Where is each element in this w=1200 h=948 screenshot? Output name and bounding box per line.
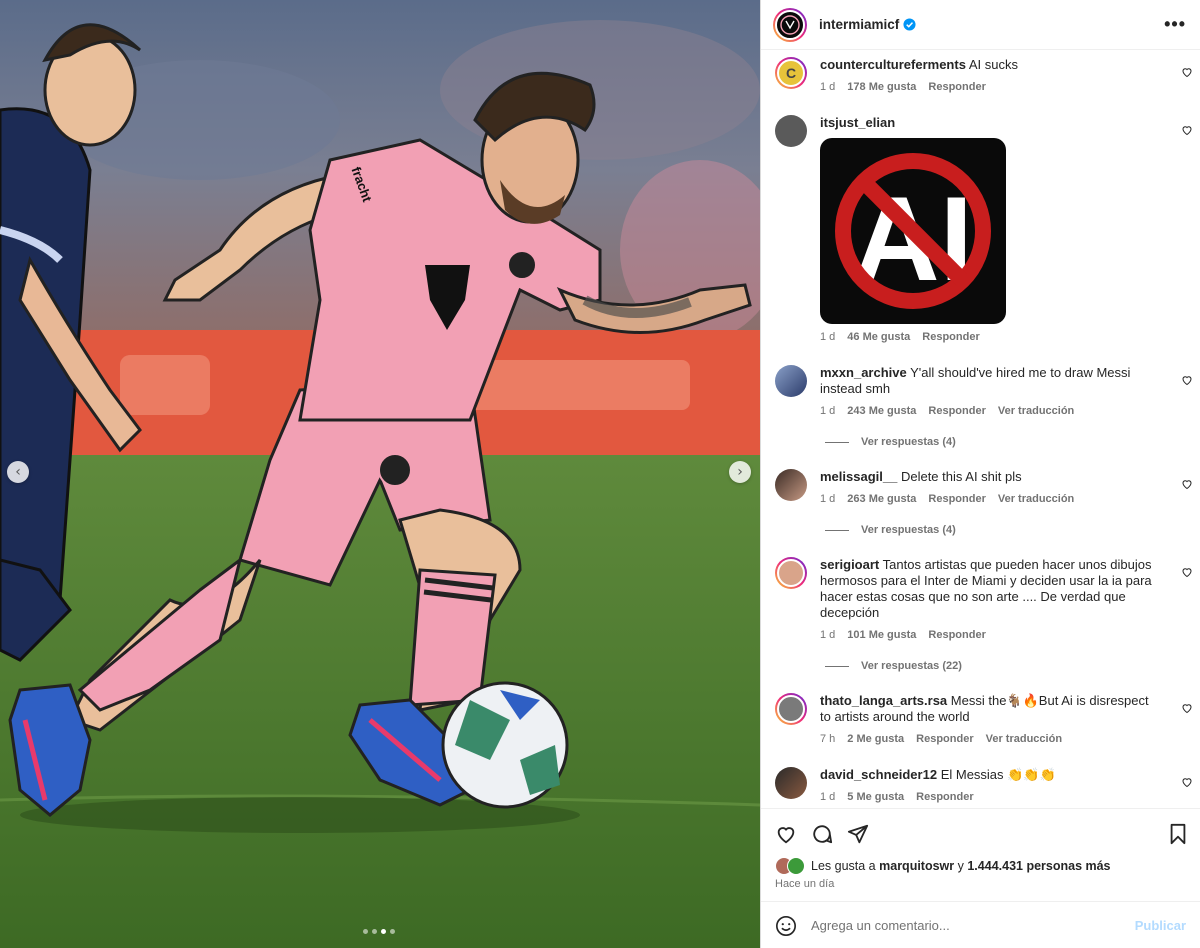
comment-text: mxxn_archive Y'all should've hired me to… <box>820 365 1160 397</box>
comment-meta: 1 d 178 Me gusta Responder <box>820 81 986 93</box>
comment-likes[interactable]: 46 Me gusta <box>847 331 910 343</box>
liker-username[interactable]: marquitoswr <box>879 859 954 873</box>
comment-username[interactable]: david_schneider12 <box>820 767 937 782</box>
carousel-dot <box>372 929 377 934</box>
comment-likes[interactable]: 263 Me gusta <box>847 493 916 505</box>
view-replies-button[interactable]: Ver respuestas (4) <box>825 524 956 536</box>
comment-likes[interactable]: 243 Me gusta <box>847 405 916 417</box>
avatar[interactable] <box>775 693 807 725</box>
chevron-right-icon[interactable]: › <box>729 461 751 483</box>
avatar[interactable] <box>775 365 807 397</box>
comment-time[interactable]: 1 d <box>820 331 835 343</box>
comment-time[interactable]: 7 h <box>820 733 835 745</box>
comment-text: melissagil__ Delete this AI shit pls <box>820 469 1160 485</box>
heart-icon[interactable] <box>775 823 797 845</box>
post-image: fracht ‹ › <box>0 0 760 948</box>
carousel-dot-active <box>381 929 386 934</box>
comment-time[interactable]: 1 d <box>820 405 835 417</box>
comment-likes[interactable]: 101 Me gusta <box>847 629 916 641</box>
comment-like-heart-icon[interactable] <box>1181 776 1193 788</box>
illustration-messi-dribbling: fracht <box>0 0 760 948</box>
comment-text: thato_langa_arts.rsa Messi the🐐🔥But Ai i… <box>820 693 1160 725</box>
bookmark-icon[interactable] <box>1167 823 1189 845</box>
comment-like-heart-icon[interactable] <box>1181 478 1193 490</box>
publish-button[interactable]: Publicar <box>1135 918 1186 933</box>
comment-text: david_schneider12 El Messias 👏👏👏 <box>820 767 1160 783</box>
smiley-icon[interactable] <box>775 915 797 937</box>
carousel-indicator <box>363 929 395 934</box>
comment-username[interactable]: thato_langa_arts.rsa <box>820 693 947 708</box>
comment-time[interactable]: 1 d <box>820 629 835 641</box>
chevron-left-icon[interactable]: ‹ <box>7 461 29 483</box>
comment-text: counterculture​ferments AI sucks <box>820 57 1160 73</box>
comment-text: itsjust_elian <box>820 115 1160 131</box>
reply-button[interactable]: Responder <box>922 331 979 343</box>
avatar[interactable]: C <box>775 57 807 89</box>
view-replies-button[interactable]: Ver respuestas (22) <box>825 660 962 672</box>
comment-likes[interactable]: 2 Me gusta <box>847 733 904 745</box>
view-replies-button[interactable]: Ver respuestas (4) <box>825 436 956 448</box>
comment-like-heart-icon[interactable] <box>1181 702 1193 714</box>
comment-input[interactable] <box>811 918 1135 933</box>
comment-username[interactable]: counterculture​ferments <box>820 57 966 72</box>
post-author-username[interactable]: intermiamicf <box>819 17 899 32</box>
likes-text: Les gusta a marquitoswr y 1.444.431 pers… <box>811 859 1111 873</box>
post-side-panel: intermiamicf ••• C counterculture​fermen… <box>760 0 1200 948</box>
club-crest-icon <box>780 14 800 35</box>
avatar[interactable] <box>775 115 807 147</box>
reply-button[interactable]: Responder <box>928 493 985 505</box>
send-icon[interactable] <box>847 823 869 845</box>
comment-time[interactable]: 1 d <box>820 493 835 505</box>
reply-button[interactable]: Responder <box>928 405 985 417</box>
reply-button[interactable]: Responder <box>928 81 985 93</box>
comment-message: AI sucks <box>968 57 1018 72</box>
avatar[interactable] <box>775 469 807 501</box>
reply-button[interactable]: Responder <box>928 629 985 641</box>
post-actions: Les gusta a marquitoswr y 1.444.431 pers… <box>761 808 1200 948</box>
comment-time[interactable]: 1 d <box>820 791 835 803</box>
comment-like-heart-icon[interactable] <box>1181 374 1193 386</box>
carousel-dot <box>390 929 395 934</box>
comment-like-heart-icon[interactable] <box>1181 566 1193 578</box>
see-translation-button[interactable]: Ver traducción <box>986 733 1062 745</box>
comment-meta: 7 h 2 Me gusta Responder Ver traducción <box>820 733 1062 745</box>
comment-likes[interactable]: 5 Me gusta <box>847 791 904 803</box>
comment-username[interactable]: serigioart <box>820 557 879 572</box>
reply-button[interactable]: Responder <box>916 733 973 745</box>
comment-like-heart-icon[interactable] <box>1181 124 1193 136</box>
reply-button[interactable]: Responder <box>916 791 973 803</box>
post-header: intermiamicf ••• <box>761 0 1200 50</box>
post-timestamp[interactable]: Hace un día <box>775 878 834 890</box>
comment-icon[interactable] <box>811 823 833 845</box>
comment-image[interactable]: AI <box>820 138 1006 324</box>
comment-likes[interactable]: 178 Me gusta <box>847 81 916 93</box>
avatar[interactable] <box>773 7 807 42</box>
add-comment-bar: Publicar <box>761 901 1200 948</box>
comment-meta: 1 d 101 Me gusta Responder <box>820 629 986 641</box>
comment-meta: 1 d 46 Me gusta Responder <box>820 331 980 343</box>
comment-message: Delete this AI shit pls <box>900 469 1022 484</box>
comment-meta: 1 d 263 Me gusta Responder Ver traducció… <box>820 493 1074 505</box>
avatar <box>787 857 805 875</box>
carousel-dot <box>363 929 368 934</box>
comment-meta: 1 d 243 Me gusta Responder Ver traducció… <box>820 405 1074 417</box>
likes-count[interactable]: 1.444.431 personas más <box>967 859 1110 873</box>
comment-message: El Messias 👏👏👏 <box>940 767 1056 782</box>
comments-list[interactable]: C counterculture​ferments AI sucks 1 d 1… <box>761 51 1200 807</box>
no-ai-sign-icon: AI <box>835 153 991 309</box>
comment-text: serigioart Tantos artistas que pueden ha… <box>820 557 1160 621</box>
comment-username[interactable]: itsjust_elian <box>820 115 895 130</box>
see-translation-button[interactable]: Ver traducción <box>998 405 1074 417</box>
avatar[interactable] <box>775 557 807 589</box>
see-translation-button[interactable]: Ver traducción <box>998 493 1074 505</box>
comment-username[interactable]: mxxn_archive <box>820 365 907 380</box>
comment-time[interactable]: 1 d <box>820 81 835 93</box>
more-options-icon[interactable]: ••• <box>1164 14 1186 35</box>
comment-username[interactable]: melissagil__ <box>820 469 897 484</box>
verified-badge-icon <box>903 18 916 31</box>
likes-summary[interactable]: Les gusta a marquitoswr y 1.444.431 pers… <box>775 857 1111 875</box>
avatar[interactable] <box>775 767 807 799</box>
comment-meta: 1 d 5 Me gusta Responder <box>820 791 974 803</box>
comment-like-heart-icon[interactable] <box>1181 66 1193 78</box>
